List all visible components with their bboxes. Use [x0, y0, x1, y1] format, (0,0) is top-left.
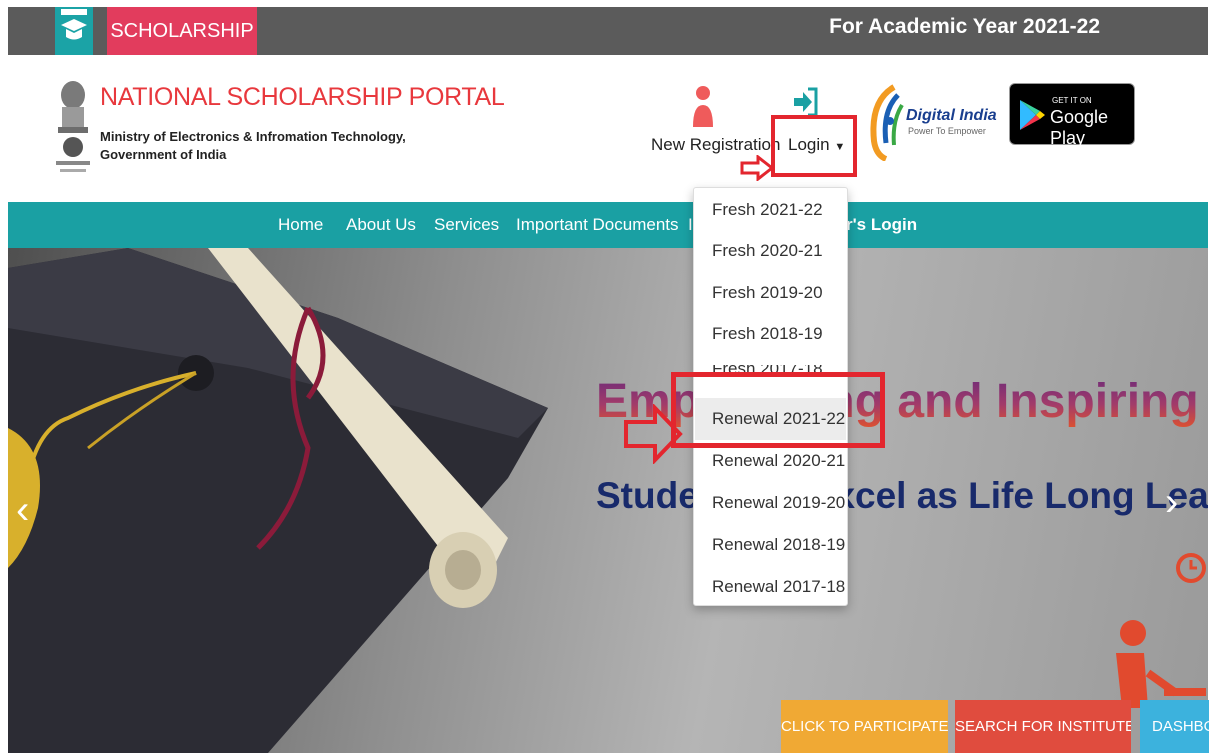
new-registration-link[interactable]: New Registration [651, 135, 780, 155]
ministry-text: Ministry of Electronics & Infromation Te… [100, 128, 406, 164]
nav-officers-login[interactable]: r's Login [846, 202, 917, 248]
sign-in-icon[interactable] [792, 85, 820, 119]
google-play-icon [1020, 100, 1045, 130]
search-for-institute-button[interactable]: SEARCH FOR INSTITUTE [955, 700, 1131, 753]
hero-carousel: Empowering and Inspiring Students to Exc… [8, 248, 1208, 753]
google-play-small-text: GET IT ON [1052, 96, 1092, 105]
digital-india-logo[interactable]: Digital India Power To Empower [864, 81, 997, 161]
dropdown-item-fresh-2019-20[interactable]: Fresh 2019-20 [712, 283, 823, 303]
top-bar: SCHOLARSHIP For Academic Year 2021-22 [8, 7, 1208, 55]
user-icon[interactable] [692, 83, 714, 129]
google-play-badge[interactable]: GET IT ON Google Play [1009, 83, 1135, 148]
academic-year: For Academic Year 2021-22 [829, 15, 1100, 38]
graduation-cap-icon [55, 7, 93, 55]
portal-title[interactable]: NATIONAL SCHOLARSHIP PORTAL [100, 83, 505, 112]
header: NATIONAL SCHOLARSHIP PORTAL Ministry of … [8, 55, 1208, 202]
dropdown-item-renewal-2017-18[interactable]: Renewal 2017-18 [712, 577, 845, 597]
dashboard-button[interactable]: DASHBO [1140, 700, 1209, 753]
nav-important-documents[interactable]: Important Documents [516, 202, 679, 248]
carousel-next-icon[interactable]: › [1165, 480, 1178, 525]
nav-services[interactable]: Services [434, 202, 499, 248]
google-play-big-text: Google Play [1050, 107, 1109, 148]
main-nav: Home About Us Services Important Documen… [8, 202, 1208, 248]
carousel-prev-icon[interactable]: ‹ [16, 488, 29, 533]
scholarship-label[interactable]: SCHOLARSHIP [107, 7, 257, 55]
dropdown-item-fresh-2021-22[interactable]: Fresh 2021-22 [712, 200, 823, 220]
dropdown-item-fresh-2020-21[interactable]: Fresh 2020-21 [712, 241, 823, 261]
dropdown-item-renewal-2020-21[interactable]: Renewal 2020-21 [712, 451, 845, 471]
nav-about-us[interactable]: About Us [346, 202, 416, 248]
annotation-arrow-large-icon [624, 404, 683, 464]
annotation-box-renewal [671, 372, 885, 448]
dropdown-item-fresh-2018-19[interactable]: Fresh 2018-19 [712, 324, 823, 344]
annotation-box-login [771, 115, 857, 177]
ministry-line1: Ministry of Electronics & Infromation Te… [100, 129, 406, 144]
click-to-participate-button[interactable]: CLICK TO PARTICIPATE [781, 700, 948, 753]
dropdown-item-renewal-2019-20[interactable]: Renewal 2019-20 [712, 493, 845, 513]
nav-home[interactable]: Home [278, 202, 323, 248]
digital-india-tagline: Power To Empower [908, 126, 986, 136]
annotation-arrow-icon [740, 155, 774, 181]
ministry-line2: Government of India [100, 147, 227, 162]
dropdown-item-renewal-2018-19[interactable]: Renewal 2018-19 [712, 535, 845, 555]
hero-subheadline: Students to Excel as Life Long Learners [596, 475, 1208, 516]
digital-india-title: Digital India [906, 107, 997, 124]
national-emblem-logo [56, 81, 90, 172]
